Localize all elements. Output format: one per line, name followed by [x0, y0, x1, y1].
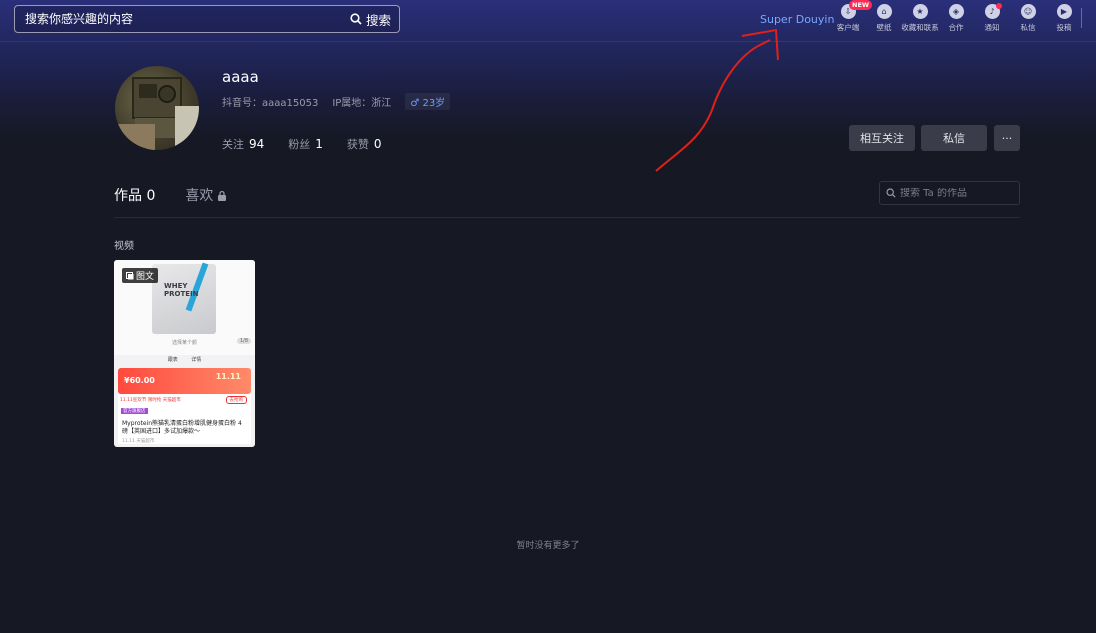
home-icon: ⌂ [876, 4, 892, 19]
card-tabs: 跟表 详情 [114, 356, 255, 363]
card-store-tag: 官方旗舰店 [121, 408, 148, 414]
product-bag-text: WHEY PROTEIN [164, 282, 199, 298]
search-button[interactable]: 搜索 [344, 6, 399, 32]
stat-label: 关注 [222, 138, 244, 151]
message-icon: ☺ [1020, 4, 1036, 19]
stat-likes: 获赞 0 [347, 136, 382, 152]
douyin-id: 抖音号：aaaa15053 [222, 98, 319, 109]
card-tab: 详情 [191, 357, 202, 363]
message-button[interactable]: 私信 [921, 125, 987, 151]
nav-label: 壁纸 [876, 23, 892, 32]
star-icon: ★ [912, 4, 928, 19]
follow-back-button[interactable]: 相互关注 [849, 125, 915, 151]
stat-following[interactable]: 关注 94 [222, 136, 264, 152]
top-bar: 搜索 Super Douyin ⇩ NEW 客户端 ⌂ 壁纸 ★ 收藏和联系 ◈… [0, 0, 1096, 42]
nav-label: 私信 [1020, 23, 1036, 32]
tab-likes-label: 喜欢 [185, 188, 214, 204]
nav-item-messages[interactable]: ☺ 私信 [1010, 2, 1046, 33]
nav-item-wallpaper[interactable]: ⌂ 壁纸 [866, 2, 902, 33]
ip-location: IP属地：浙江 [332, 98, 392, 109]
more-button[interactable]: ··· [994, 125, 1020, 151]
work-search-input[interactable] [900, 187, 1010, 199]
search-input[interactable] [15, 6, 344, 32]
stat-value: 0 [373, 137, 382, 151]
card-promo: 11.11狂欢节 限时抢 天猫超市 [120, 398, 181, 403]
age-badge: ♂ 23岁 [405, 93, 451, 110]
avatar[interactable] [115, 66, 199, 150]
profile-stats: 关注 94 粉丝 1 获赞 0 [222, 136, 382, 152]
profile-meta: 抖音号：aaaa15053 IP属地：浙江 ♂ 23岁 [222, 93, 451, 110]
product-bag [152, 264, 216, 334]
nav-item-upload[interactable]: ▶ 投稿 [1046, 2, 1082, 33]
section-label: 视频 [114, 241, 134, 252]
tab-works-count: 0 [146, 188, 156, 204]
username: aaaa [222, 68, 259, 86]
nav-item-client[interactable]: ⇩ NEW 客户端 [830, 0, 873, 33]
super-douyin-link[interactable]: Super Douyin [760, 13, 834, 26]
nav-label: 通知 [984, 23, 1000, 32]
card-price-date: 11.11 [215, 372, 241, 381]
card-price: ¥60.00 [124, 376, 155, 385]
image-text-icon [126, 271, 134, 279]
stat-label: 粉丝 [288, 138, 311, 151]
nav-divider [1081, 8, 1082, 28]
avatar-image [115, 77, 199, 150]
search-icon [886, 188, 896, 198]
tab-works[interactable]: 作品 0 [114, 185, 155, 205]
stat-value: 1 [315, 137, 323, 151]
profile-tabs: 作品 0 喜欢 [114, 185, 227, 205]
card-title: Myprotein熊猫乳清蛋白粉增肌健身蛋白粉 4磅【英国进口】多试加爆款～ [122, 420, 242, 435]
video-icon: ▶ [1056, 4, 1072, 19]
stat-label: 获赞 [346, 138, 369, 151]
lock-icon [218, 190, 227, 201]
card-count: 1/8 [236, 338, 251, 344]
card-tag-label: 图文 [136, 272, 155, 282]
nav-item-favorites[interactable]: ★ 收藏和联系 [901, 2, 939, 33]
search-icon [350, 13, 362, 25]
card-tab: 跟表 [167, 357, 178, 363]
divider [114, 217, 1020, 218]
nav-label: 投稿 [1056, 23, 1072, 32]
stat-followers[interactable]: 粉丝 1 [288, 136, 323, 152]
card-caption: 选择某个颜 [171, 340, 197, 346]
nav-label: 合作 [948, 23, 964, 32]
work-search-box [879, 181, 1020, 205]
card-type-tag: 图文 [122, 268, 159, 283]
notification-dot [996, 3, 1002, 9]
card-bottom: 11.11 天猫超市 [122, 439, 155, 444]
card-promo-button: 去抢购 [225, 396, 247, 404]
video-card[interactable]: WHEY PROTEIN 图文 选择某个颜 1/8 跟表 详情 ¥60.00 11… [114, 260, 255, 447]
nav-item-notifications[interactable]: ♪ 通知 [974, 2, 1010, 33]
search-box: 搜索 [14, 5, 400, 33]
end-of-list-text: 暂时没有更多了 [516, 541, 580, 551]
tab-works-label: 作品 [114, 188, 142, 204]
cube-icon: ◈ [948, 4, 964, 19]
card-price-banner: ¥60.00 11.11 [118, 368, 251, 394]
nav-item-cooperation[interactable]: ◈ 合作 [938, 2, 974, 33]
nav-label: 收藏和联系 [901, 23, 939, 32]
search-button-label: 搜索 [365, 12, 391, 28]
stat-value: 94 [249, 137, 265, 151]
nav-label: 客户端 [836, 23, 860, 32]
top-nav: ⇩ NEW 客户端 ⌂ 壁纸 ★ 收藏和联系 ◈ 合作 ♪ 通知 ☺ 私信 ▶ … [830, 0, 1082, 33]
tab-likes[interactable]: 喜欢 [185, 185, 227, 205]
